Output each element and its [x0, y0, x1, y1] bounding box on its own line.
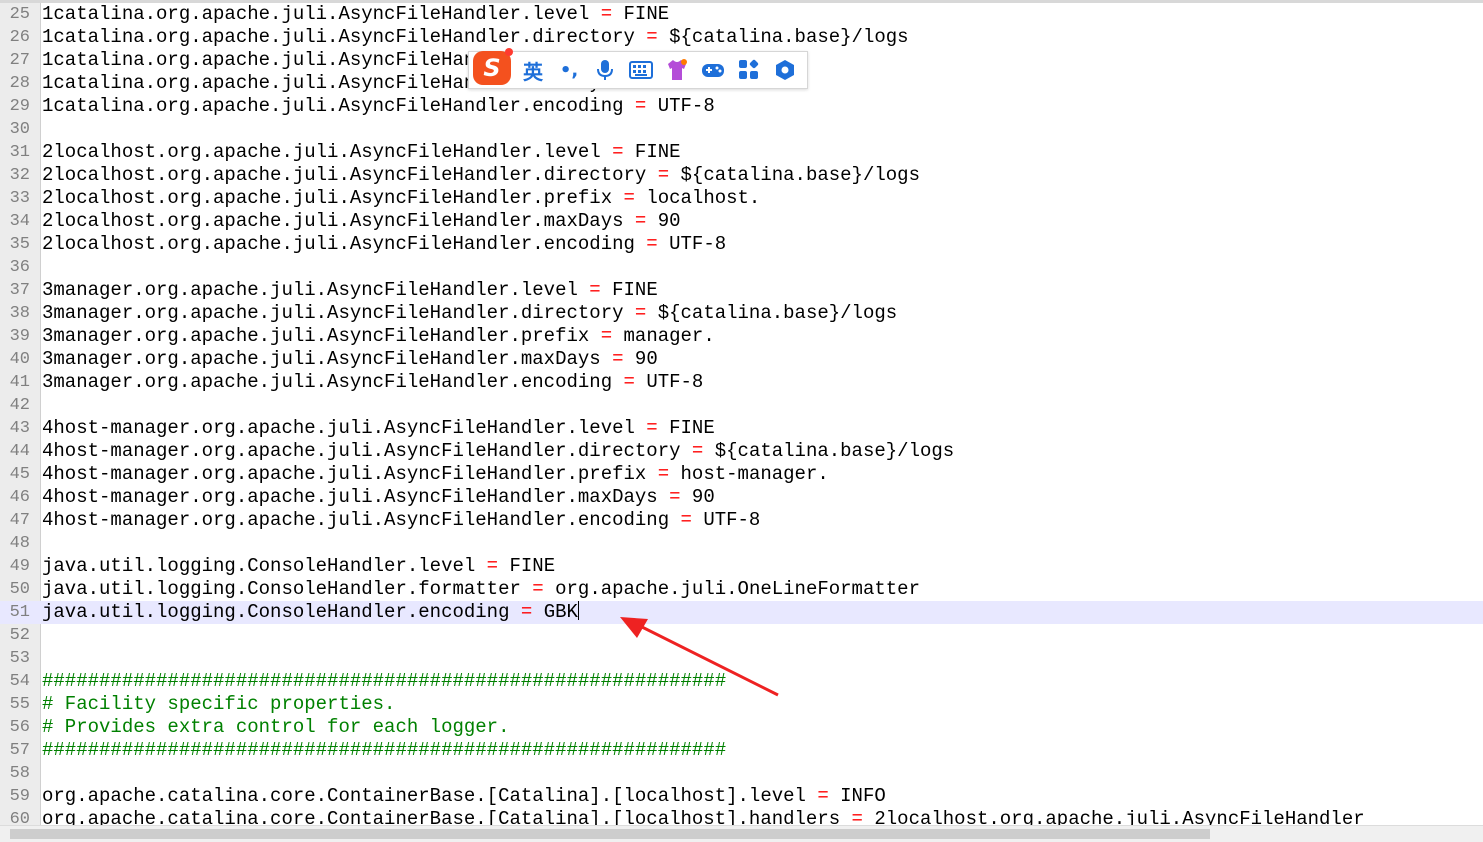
annotation-arrow-shaft	[635, 622, 779, 697]
sogou-logo-letter: S	[473, 51, 511, 85]
tools-icon[interactable]	[767, 52, 803, 88]
apps-icon[interactable]	[731, 52, 767, 88]
language-toggle[interactable]: 英	[515, 52, 551, 88]
scrollbar-thumb[interactable]	[10, 829, 1210, 839]
punctuation-toggle[interactable]: •,	[551, 52, 587, 88]
sogou-logo-icon[interactable]: S	[469, 48, 515, 88]
annotation-arrow	[620, 617, 779, 697]
horizontal-scrollbar[interactable]	[0, 825, 1483, 842]
keyboard-icon[interactable]	[623, 52, 659, 88]
skin-icon[interactable]	[659, 52, 695, 88]
game-icon[interactable]	[695, 52, 731, 88]
ime-toolbar[interactable]: S 英 •,	[468, 48, 808, 89]
notification-dot	[505, 48, 513, 56]
voice-icon[interactable]	[587, 52, 623, 88]
